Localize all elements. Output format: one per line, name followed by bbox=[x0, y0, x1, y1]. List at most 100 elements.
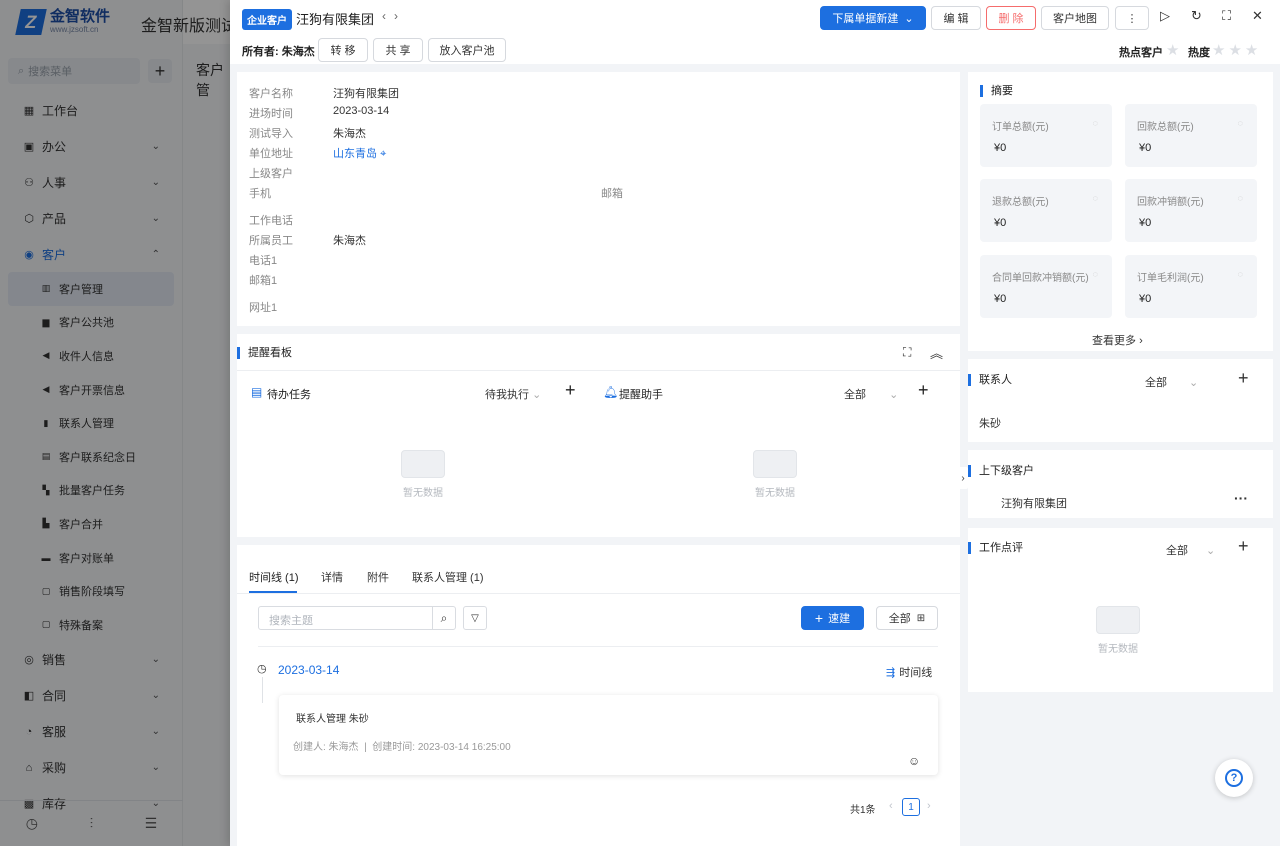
summary-item: 回款总额(元) ◌ ¥0 bbox=[1125, 104, 1257, 167]
clock-icon: ◷ bbox=[257, 663, 267, 675]
summary-card: 摘要 订单总额(元) ◌ ¥0 回款总额(元) ◌ ¥0 退款总额(元) ◌ ¥0 回款冲销… bbox=[968, 72, 1273, 351]
assistant-filter-select[interactable]: 全部 ⌄ bbox=[844, 386, 898, 402]
delete-button[interactable]: 删 除 bbox=[986, 6, 1036, 30]
tab-attachments[interactable]: 附件 bbox=[367, 569, 389, 585]
hotness-label: 热度 bbox=[1188, 47, 1210, 59]
chevron-down-icon: ⌄ bbox=[904, 12, 914, 25]
help-icon[interactable]: ◌ bbox=[1238, 269, 1243, 279]
hot-customer-star[interactable]: ★ bbox=[1166, 41, 1182, 59]
help-icon[interactable]: ◌ bbox=[1238, 118, 1243, 128]
hotness-stars[interactable]: ★★★ bbox=[1212, 41, 1261, 59]
customer-map-button[interactable]: 客户地图 bbox=[1041, 6, 1109, 30]
chevron-down-icon: ⌄ bbox=[1206, 545, 1216, 557]
next-page-icon[interactable]: › bbox=[927, 800, 931, 812]
hierarchy-item[interactable]: 汪狗有限集团 bbox=[1001, 495, 1067, 511]
play-icon[interactable]: ▷ bbox=[1160, 8, 1170, 24]
help-icon[interactable]: ◌ bbox=[1093, 269, 1098, 279]
contacts-title: 联系人 bbox=[968, 374, 1012, 386]
timeline-search-input[interactable]: 搜索主题 bbox=[258, 606, 433, 630]
reviews-title: 工作点评 bbox=[968, 542, 1023, 554]
filter-button[interactable]: ▽ bbox=[463, 606, 487, 630]
hierarchy-title: 上下级客户 bbox=[968, 465, 1034, 477]
assistant-empty-state: 暂无数据 bbox=[735, 450, 815, 499]
transfer-button[interactable]: 转 移 bbox=[318, 38, 368, 62]
tab-timeline[interactable]: 时间线 (1) bbox=[249, 569, 299, 585]
tab-details[interactable]: 详情 bbox=[321, 569, 343, 585]
summary-item: 合同单回款冲销额(元) ◌ ¥0 bbox=[980, 255, 1112, 318]
summary-item: 回款冲销额(元) ◌ ¥0 bbox=[1125, 179, 1257, 242]
edit-button[interactable]: 编 辑 bbox=[931, 6, 981, 30]
active-tab-indicator bbox=[249, 591, 297, 593]
empty-box-icon bbox=[401, 450, 445, 478]
new-sub-document-button[interactable]: 下属单据新建 ⌄ bbox=[820, 6, 926, 30]
grid-icon: ⊞ bbox=[916, 612, 926, 624]
todo-doc-icon: ▤ bbox=[251, 385, 263, 399]
reviews-card: 工作点评 全部 ⌄ + 暂无数据 bbox=[968, 528, 1273, 692]
add-review-button[interactable]: + bbox=[1238, 536, 1249, 557]
help-icon[interactable]: ◌ bbox=[1093, 193, 1098, 203]
todo-filter-select[interactable]: 待我执行 ⌄ bbox=[485, 386, 541, 402]
chevron-down-icon: ⌄ bbox=[1189, 377, 1199, 389]
summary-title: 摘要 bbox=[980, 85, 1013, 97]
add-todo-button[interactable]: + bbox=[565, 380, 576, 401]
move-to-pool-button[interactable]: 放入客户池 bbox=[428, 38, 506, 62]
view-all-button[interactable]: 全部 ⊞ bbox=[876, 606, 938, 630]
share-button[interactable]: 共 享 bbox=[373, 38, 423, 62]
comment-icon[interactable]: ☺ bbox=[908, 754, 920, 768]
tab-contacts[interactable]: 联系人管理 (1) bbox=[412, 569, 484, 585]
reviews-filter-select[interactable]: 全部 ⌄ bbox=[1166, 542, 1215, 558]
search-icon: ⌕ bbox=[440, 610, 448, 625]
chevron-right-icon: › bbox=[1139, 335, 1143, 347]
todo-empty-state: 暂无数据 bbox=[383, 450, 463, 499]
close-icon[interactable]: ✕ bbox=[1252, 8, 1263, 24]
timeline-mode-icon: ⇶ bbox=[886, 667, 896, 679]
chevron-left-icon[interactable]: ‹ bbox=[382, 9, 394, 23]
search-button[interactable]: ⌕ bbox=[432, 606, 456, 630]
assistant-title: 提醒助手 bbox=[619, 389, 663, 401]
hot-customer-label: 热点客户 bbox=[1119, 47, 1163, 59]
help-question-icon: ? bbox=[1225, 769, 1243, 787]
chevron-down-icon: ⌄ bbox=[532, 389, 542, 401]
reminder-board-title: 提醒看板 bbox=[237, 347, 292, 359]
prev-next-arrows[interactable]: ‹› bbox=[382, 9, 406, 23]
reviews-empty-state: 暂无数据 bbox=[1078, 606, 1158, 655]
customer-type-badge: 企业客户 bbox=[242, 9, 292, 30]
contact-item[interactable]: 朱砂 bbox=[979, 415, 1001, 431]
chevron-right-icon[interactable]: › bbox=[394, 9, 406, 23]
more-dots-icon[interactable]: ··· bbox=[1234, 490, 1248, 506]
collapse-panel-handle[interactable]: › bbox=[958, 467, 968, 489]
drawer-header: 企业客户 汪狗有限集团 ‹› 所有者: 朱海杰 转 移 共 享 放入客户池 下属… bbox=[230, 0, 1280, 64]
hierarchy-card: 上下级客户 汪狗有限集团 ··· bbox=[968, 450, 1273, 518]
quick-create-button[interactable]: + 速建 bbox=[801, 606, 864, 630]
help-button[interactable]: ? bbox=[1215, 759, 1253, 797]
expand-icon[interactable]: ⛶ bbox=[903, 345, 911, 360]
timeline-entry[interactable]: 联系人管理 朱砂 创建人: 朱海杰 | 创建时间: 2023-03-14 16:… bbox=[279, 695, 938, 775]
chevron-down-icon: ⌄ bbox=[889, 389, 899, 401]
add-reminder-button[interactable]: + bbox=[918, 380, 929, 401]
view-more-link[interactable]: 查看更多 › bbox=[1092, 332, 1143, 348]
customer-detail-drawer: 企业客户 汪狗有限集团 ‹› 所有者: 朱海杰 转 移 共 享 放入客户池 下属… bbox=[230, 0, 1280, 846]
timeline-card: 时间线 (1) 详情 附件 联系人管理 (1) 搜索主题 ⌕ ▽ + 速建 全部 ⊞… bbox=[237, 545, 960, 846]
contacts-filter-select[interactable]: 全部 ⌄ bbox=[1145, 374, 1198, 390]
timeline-mode-toggle[interactable]: ⇶ 时间线 bbox=[886, 664, 932, 680]
entry-title: 联系人管理 朱砂 bbox=[296, 714, 369, 725]
page-number[interactable]: 1 bbox=[902, 798, 920, 816]
help-icon[interactable]: ◌ bbox=[1238, 193, 1243, 203]
entry-meta: 创建人: 朱海杰 | 创建时间: 2023-03-14 16:25:00 bbox=[293, 742, 511, 753]
fullscreen-icon[interactable]: ⛶ bbox=[1222, 8, 1231, 24]
filter-icon: ▽ bbox=[471, 612, 479, 624]
reminder-board-card: 提醒看板 ⛶ ︽ ▤ 待办任务 待我执行 ⌄ + 🔔︎ 提醒助手 全部 ⌄ + … bbox=[237, 334, 960, 537]
add-contact-button[interactable]: + bbox=[1238, 368, 1249, 389]
timeline-date: 2023-03-14 bbox=[278, 663, 340, 677]
contacts-card: 联系人 全部 ⌄ + 朱砂 bbox=[968, 359, 1273, 442]
more-actions-button[interactable]: ⋮ bbox=[1115, 6, 1149, 30]
prev-page-icon[interactable]: ‹ bbox=[889, 800, 893, 812]
help-icon[interactable]: ◌ bbox=[1093, 118, 1098, 128]
summary-item: 订单总额(元) ◌ ¥0 bbox=[980, 104, 1112, 167]
total-count: 共1条 bbox=[850, 805, 876, 816]
address-link[interactable]: 山东青岛 ⌖ bbox=[333, 145, 386, 161]
plus-icon: + bbox=[814, 610, 824, 626]
refresh-icon[interactable]: ↻ bbox=[1191, 8, 1202, 24]
summary-item: 订单毛利润(元) ◌ ¥0 bbox=[1125, 255, 1257, 318]
collapse-up-icon[interactable]: ︽ bbox=[930, 343, 943, 362]
